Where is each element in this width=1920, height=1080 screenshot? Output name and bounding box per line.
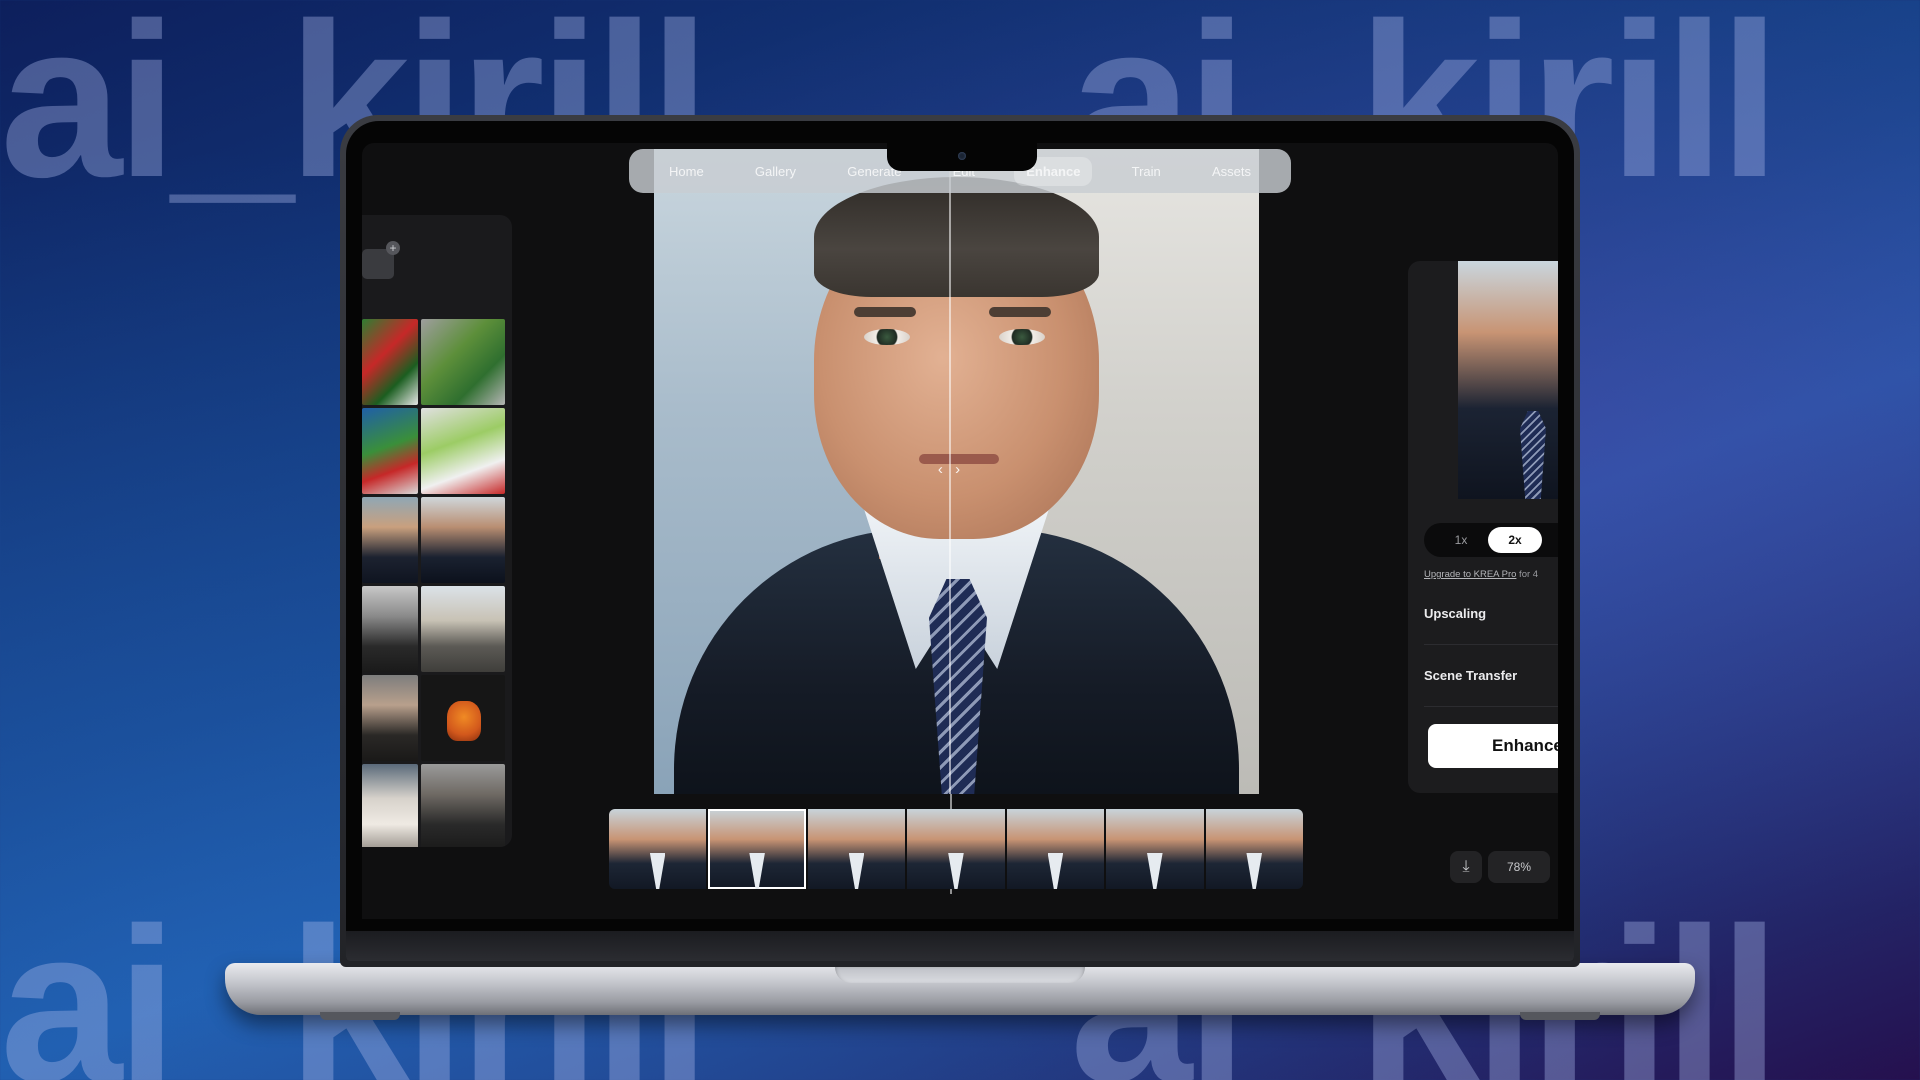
- upgrade-note: Upgrade to KREA Pro for 4: [1424, 569, 1558, 580]
- variation-thumbnail[interactable]: [907, 809, 1005, 889]
- laptop-foot: [320, 1012, 400, 1020]
- upgrade-link[interactable]: Upgrade to KREA Pro: [1424, 569, 1516, 580]
- history-thumbnail[interactable]: [362, 586, 418, 672]
- app-screen: Home Gallery Generate Edit Enhance Train…: [362, 143, 1558, 919]
- portrait-eye: [999, 329, 1045, 345]
- variation-thumbnail[interactable]: [1205, 809, 1303, 889]
- camera-notch: [887, 143, 1037, 171]
- thumbnail-grid: [362, 319, 505, 847]
- compare-drag-handle-icon[interactable]: ‹ ›: [934, 461, 968, 481]
- variation-thumbnail-selected[interactable]: [708, 809, 806, 889]
- history-thumbnail[interactable]: [362, 675, 418, 761]
- variation-thumbnail[interactable]: [1006, 809, 1105, 889]
- portrait-eye: [864, 329, 910, 345]
- image-history-sidebar: [362, 215, 512, 847]
- laptop-bezel: Home Gallery Generate Edit Enhance Train…: [346, 121, 1574, 961]
- scene-transfer-section[interactable]: Scene Transfer: [1424, 645, 1558, 707]
- download-icon[interactable]: ⤓: [1450, 851, 1482, 883]
- nav-train[interactable]: Train: [1120, 157, 1173, 186]
- variation-thumbnail[interactable]: [609, 809, 707, 889]
- upload-image-icon[interactable]: [362, 241, 400, 279]
- laptop-foot: [1520, 1012, 1600, 1020]
- laptop-chin: [346, 931, 1574, 961]
- zoom-level-indicator[interactable]: 78%: [1488, 851, 1550, 883]
- enhance-button[interactable]: Enhance: [1428, 724, 1558, 768]
- nav-home[interactable]: Home: [657, 157, 716, 186]
- enhance-settings-panel: 1x 2x Upgrade to KREA Pro for 4 Upscalin…: [1408, 261, 1558, 793]
- variation-filmstrip: [609, 809, 1303, 889]
- laptop-lid: Home Gallery Generate Edit Enhance Train…: [340, 115, 1580, 967]
- upgrade-suffix: for 4: [1516, 569, 1539, 580]
- scale-1x-button[interactable]: 1x: [1434, 527, 1488, 553]
- portrait-hair: [814, 177, 1099, 297]
- history-thumbnail[interactable]: [421, 408, 505, 494]
- history-thumbnail[interactable]: [362, 408, 418, 494]
- comparison-canvas[interactable]: ‹ ›: [654, 149, 1259, 794]
- enhance-preview-image: [1458, 261, 1558, 499]
- history-thumbnail[interactable]: [421, 586, 505, 672]
- history-thumbnail[interactable]: [421, 319, 505, 405]
- variation-thumbnail[interactable]: [807, 809, 906, 889]
- history-thumbnail[interactable]: [362, 497, 418, 583]
- variation-thumbnail[interactable]: [1106, 809, 1204, 889]
- scale-2x-button[interactable]: 2x: [1488, 527, 1542, 553]
- history-thumbnail[interactable]: [421, 497, 505, 583]
- history-thumbnail[interactable]: [362, 319, 418, 405]
- upscaling-section[interactable]: Upscaling: [1424, 583, 1558, 645]
- camera-icon: [958, 152, 966, 160]
- scale-toggle: 1x 2x: [1424, 523, 1558, 557]
- portrait-brow: [989, 307, 1051, 317]
- history-thumbnail[interactable]: [421, 764, 505, 847]
- history-thumbnail[interactable]: [362, 764, 418, 847]
- portrait-brow: [854, 307, 916, 317]
- nav-assets[interactable]: Assets: [1200, 157, 1263, 186]
- history-thumbnail[interactable]: [421, 675, 505, 761]
- nav-gallery[interactable]: Gallery: [743, 157, 808, 186]
